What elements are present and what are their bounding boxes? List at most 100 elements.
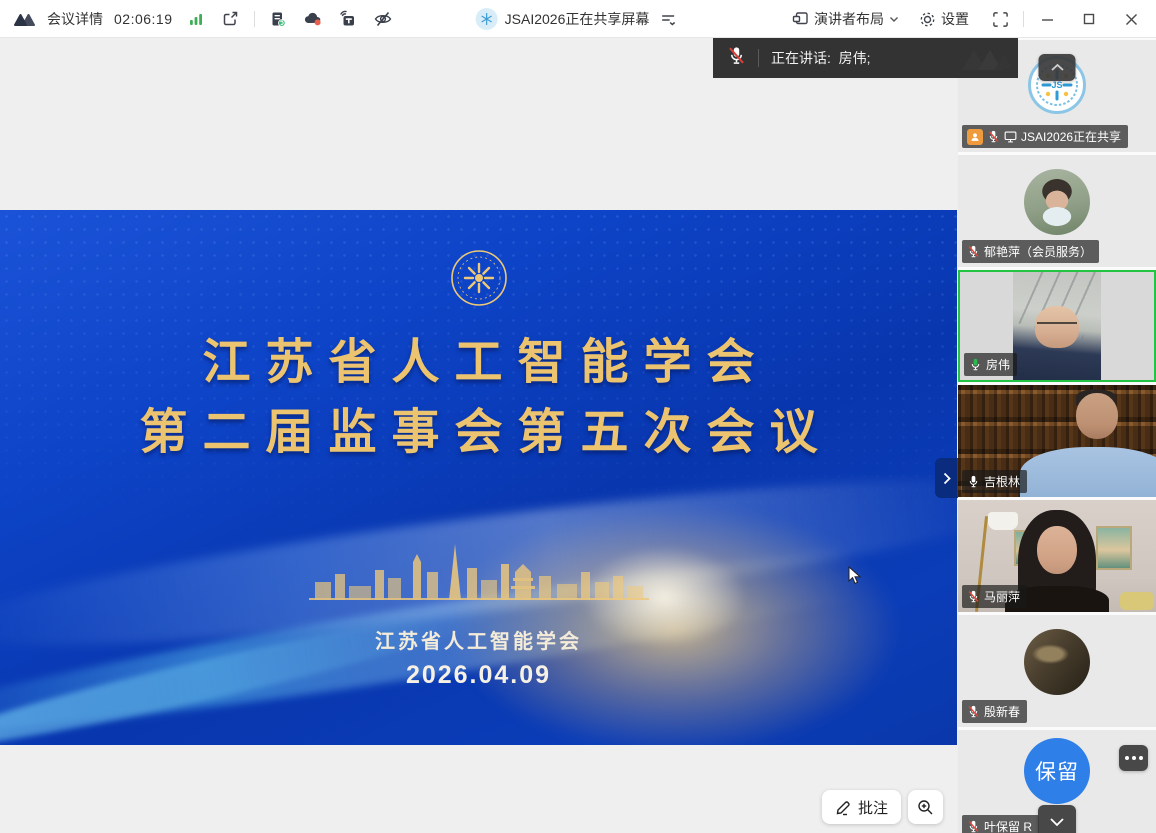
annotate-button[interactable]: 批注: [822, 790, 901, 824]
app-logo-icon: [12, 7, 36, 31]
slide-title-line2: 第二届监事会第五次会议: [0, 398, 957, 468]
participant-nameplate: 马丽萍: [962, 585, 1027, 608]
layout-dropdown[interactable]: 演讲者布局: [784, 0, 907, 38]
ellipsis-icon: [1125, 756, 1129, 760]
titlebar: 会议详情 02:06:19: [0, 0, 1156, 38]
participant-name: 郁艳萍（会员服务）: [984, 243, 1092, 260]
jsai-logo-text: JS: [1051, 80, 1062, 90]
annotate-label: 批注: [858, 797, 888, 818]
lamp-decoration: [988, 512, 1018, 530]
titlebar-divider: [254, 11, 255, 27]
participant-avatar: [1024, 169, 1090, 235]
collapse-sidebar-button[interactable]: [1039, 54, 1076, 81]
settings-button[interactable]: 设置: [911, 0, 977, 38]
slide-footer-org: 江苏省人工智能学会: [0, 625, 957, 654]
participant-nameplate: 殷新春: [962, 700, 1027, 723]
cloud-record-icon[interactable]: [301, 7, 325, 31]
toast-divider: [758, 49, 759, 67]
participant-glasses: [1037, 322, 1077, 330]
network-signal-icon: [184, 7, 208, 31]
mic-muted-icon: [967, 705, 980, 718]
participant-tiles: JS JSAI2026正在共享 郁艳萍（会员服务）: [958, 38, 1156, 833]
minimize-button[interactable]: [1028, 0, 1066, 38]
participant-nameplate: 叶保留 R: [962, 815, 1039, 833]
pen-icon: [835, 799, 852, 816]
meeting-window: 会议详情 02:06:19: [0, 0, 1156, 833]
mouse-cursor: [848, 566, 862, 590]
shared-screen-area: 江苏省人工智能学会 第二届监事会第五次会议: [0, 38, 958, 833]
participant-face: [1076, 393, 1118, 439]
chevron-down-icon: [889, 16, 899, 23]
titlebar-right-group: 演讲者布局 设置: [784, 0, 1156, 38]
participant-tile-fangwei[interactable]: 房伟: [958, 270, 1156, 382]
participant-tile-jigenlin[interactable]: 吉根林: [958, 385, 1156, 497]
more-options-button[interactable]: [1119, 745, 1148, 771]
chevron-right-icon: [943, 472, 951, 485]
participant-tile-yinxinchun[interactable]: 殷新春: [958, 615, 1156, 727]
fullscreen-button[interactable]: [981, 0, 1019, 38]
maximize-button[interactable]: [1070, 0, 1108, 38]
avatar-initials: 保留: [1035, 756, 1079, 786]
participant-nameplate: 房伟: [964, 353, 1017, 376]
mic-on-icon: [967, 475, 980, 488]
association-emblem: [449, 248, 509, 308]
participant-nameplate: 郁艳萍（会员服务）: [962, 240, 1099, 263]
speaker-name: 房伟;: [839, 50, 871, 66]
mic-muted-icon: [987, 130, 1000, 143]
slide-title-block: 江苏省人工智能学会 第二届监事会第五次会议: [0, 328, 957, 468]
titlebar-center-group: JSAI2026正在共享屏幕: [476, 0, 681, 38]
participant-name: JSAI2026正在共享: [1021, 128, 1121, 145]
participant-name: 吉根林: [984, 473, 1020, 490]
open-external-icon[interactable]: [219, 7, 243, 31]
magnify-button[interactable]: [908, 790, 943, 824]
slide-footer-date: 2026.04.09: [0, 661, 957, 690]
host-badge-icon: [967, 129, 983, 145]
presentation-slide: 江苏省人工智能学会 第二届监事会第五次会议: [0, 210, 957, 745]
scroll-down-button[interactable]: [1038, 805, 1076, 833]
chevron-up-icon: [1050, 63, 1064, 72]
watermark-logo: [960, 42, 1012, 78]
participant-name: 殷新春: [984, 703, 1020, 720]
participant-name: 叶保留 R: [984, 818, 1032, 833]
meeting-details-button[interactable]: 会议详情: [47, 9, 103, 29]
titlebar-divider: [1023, 11, 1024, 27]
chevron-down-icon: [1049, 817, 1065, 827]
slide-footer-block: 江苏省人工智能学会 2026.04.09: [0, 625, 957, 690]
close-button[interactable]: [1112, 0, 1150, 38]
participant-tile-maliping[interactable]: 马丽萍: [958, 500, 1156, 612]
hide-view-icon[interactable]: [371, 7, 395, 31]
couch-pillow: [1120, 592, 1154, 610]
slide-title-line1: 江苏省人工智能学会: [0, 328, 957, 398]
speaking-prefix: 正在讲话:: [771, 50, 831, 66]
settings-label: 设置: [941, 9, 969, 29]
sharer-avatar: [476, 8, 498, 30]
speaking-toast: 正在讲话: 房伟;: [713, 38, 1018, 78]
magnifier-plus-icon: [917, 799, 934, 816]
participant-name: 马丽萍: [984, 588, 1020, 605]
mic-muted-icon: [967, 245, 980, 258]
speaking-status-text: 正在讲话: 房伟;: [771, 48, 871, 68]
view-switch-icon[interactable]: [656, 7, 680, 31]
participants-sidebar: JS JSAI2026正在共享 郁艳萍（会员服务）: [958, 38, 1156, 833]
city-skyline-graphic: [309, 542, 649, 605]
participant-nameplate: JSAI2026正在共享: [962, 125, 1128, 148]
mic-muted-icon: [967, 820, 980, 833]
participant-tile-yuyanping[interactable]: 郁艳萍（会员服务）: [958, 155, 1156, 267]
participant-avatar: 保留: [1024, 738, 1090, 804]
participant-nameplate: 吉根林: [962, 470, 1027, 493]
live-transcription-icon[interactable]: [336, 7, 360, 31]
wall-painting: [1096, 526, 1132, 570]
participant-avatar: [1024, 629, 1090, 695]
titlebar-left-group: 会议详情 02:06:19: [0, 7, 395, 31]
sharing-title: JSAI2026正在共享屏幕: [505, 9, 650, 29]
screen-share-icon: [1004, 131, 1017, 143]
meeting-doc-icon[interactable]: [266, 7, 290, 31]
mic-active-icon: [969, 358, 982, 371]
sidebar-collapse-handle[interactable]: [935, 458, 958, 498]
participant-name: 房伟: [986, 356, 1010, 373]
participant-face: [1037, 526, 1077, 574]
annotation-toolbar: 批注: [822, 790, 943, 824]
mic-muted-icon: [727, 46, 746, 70]
mic-muted-icon: [967, 590, 980, 603]
meeting-timer: 02:06:19: [114, 11, 173, 27]
